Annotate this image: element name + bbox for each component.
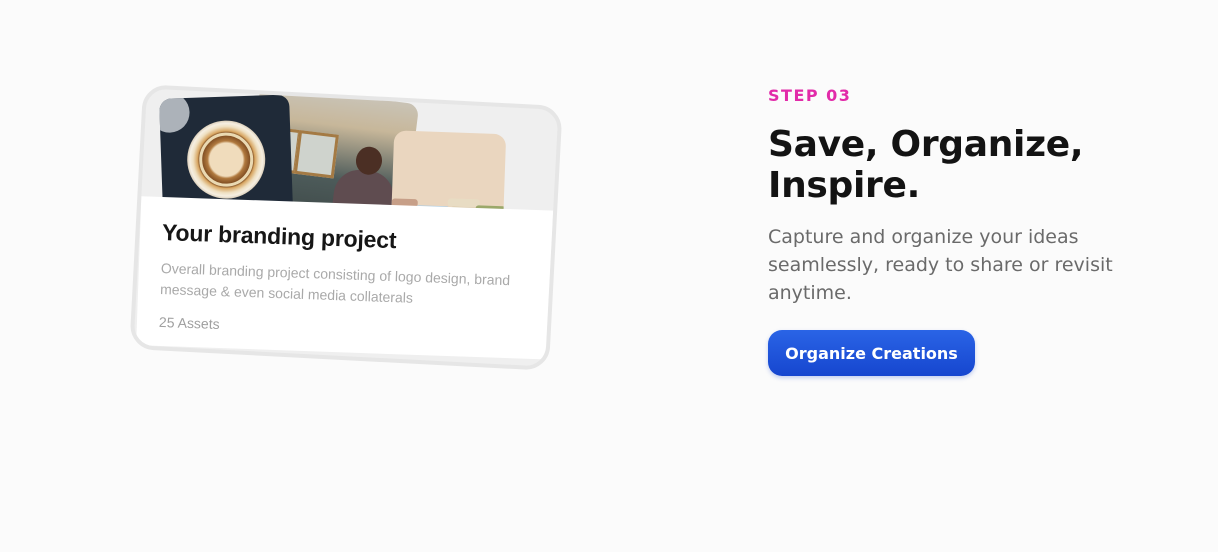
card-description: Overall branding project consisting of l… (159, 259, 511, 306)
card-title: Your branding project (161, 219, 397, 254)
card-asset-count: 25 Assets (158, 313, 220, 333)
page: Your branding project Overall branding p… (0, 0, 1218, 552)
organize-creations-button[interactable]: Organize Creations (768, 330, 975, 376)
section-heading: Save, Organize, Inspire. (768, 124, 1084, 206)
card-info-panel: Your branding project Overall branding p… (136, 196, 554, 360)
step-label: STEP 03 (768, 86, 852, 105)
section-description: Capture and organize your ideas seamless… (768, 226, 1113, 304)
project-card[interactable]: Your branding project Overall branding p… (129, 84, 563, 371)
